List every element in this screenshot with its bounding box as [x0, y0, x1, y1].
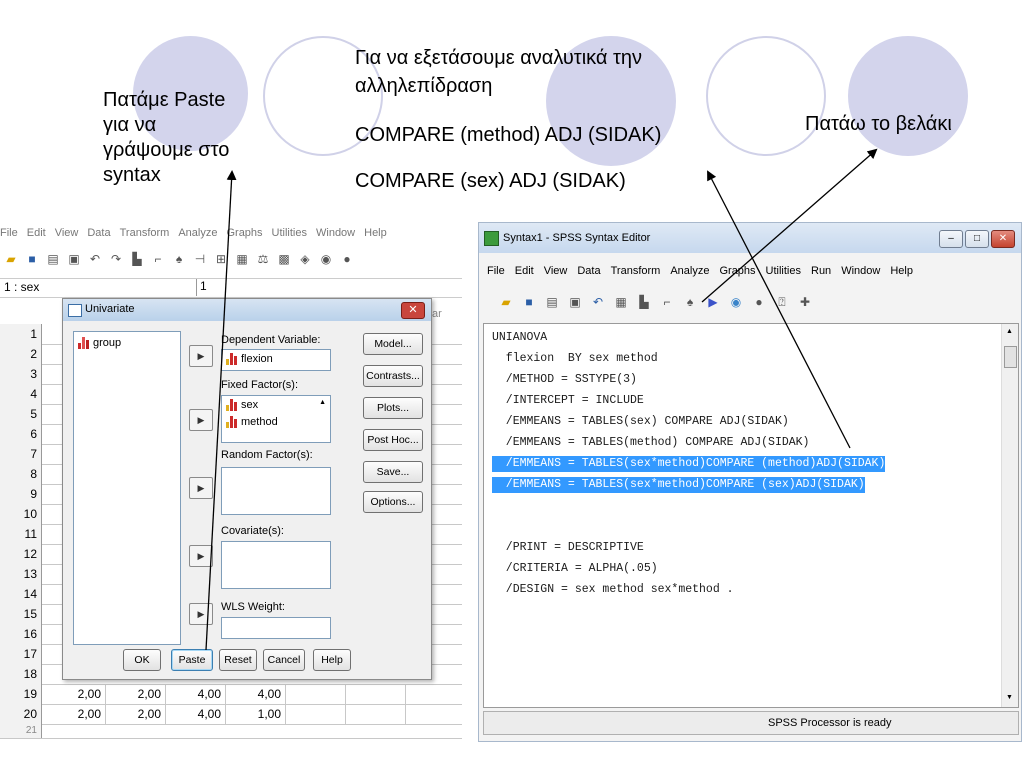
annotation-arrows [205, 148, 878, 651]
arrow-to-paste [205, 170, 237, 651]
arrow-to-run-button [701, 148, 878, 303]
arrow-to-compare [707, 170, 851, 449]
